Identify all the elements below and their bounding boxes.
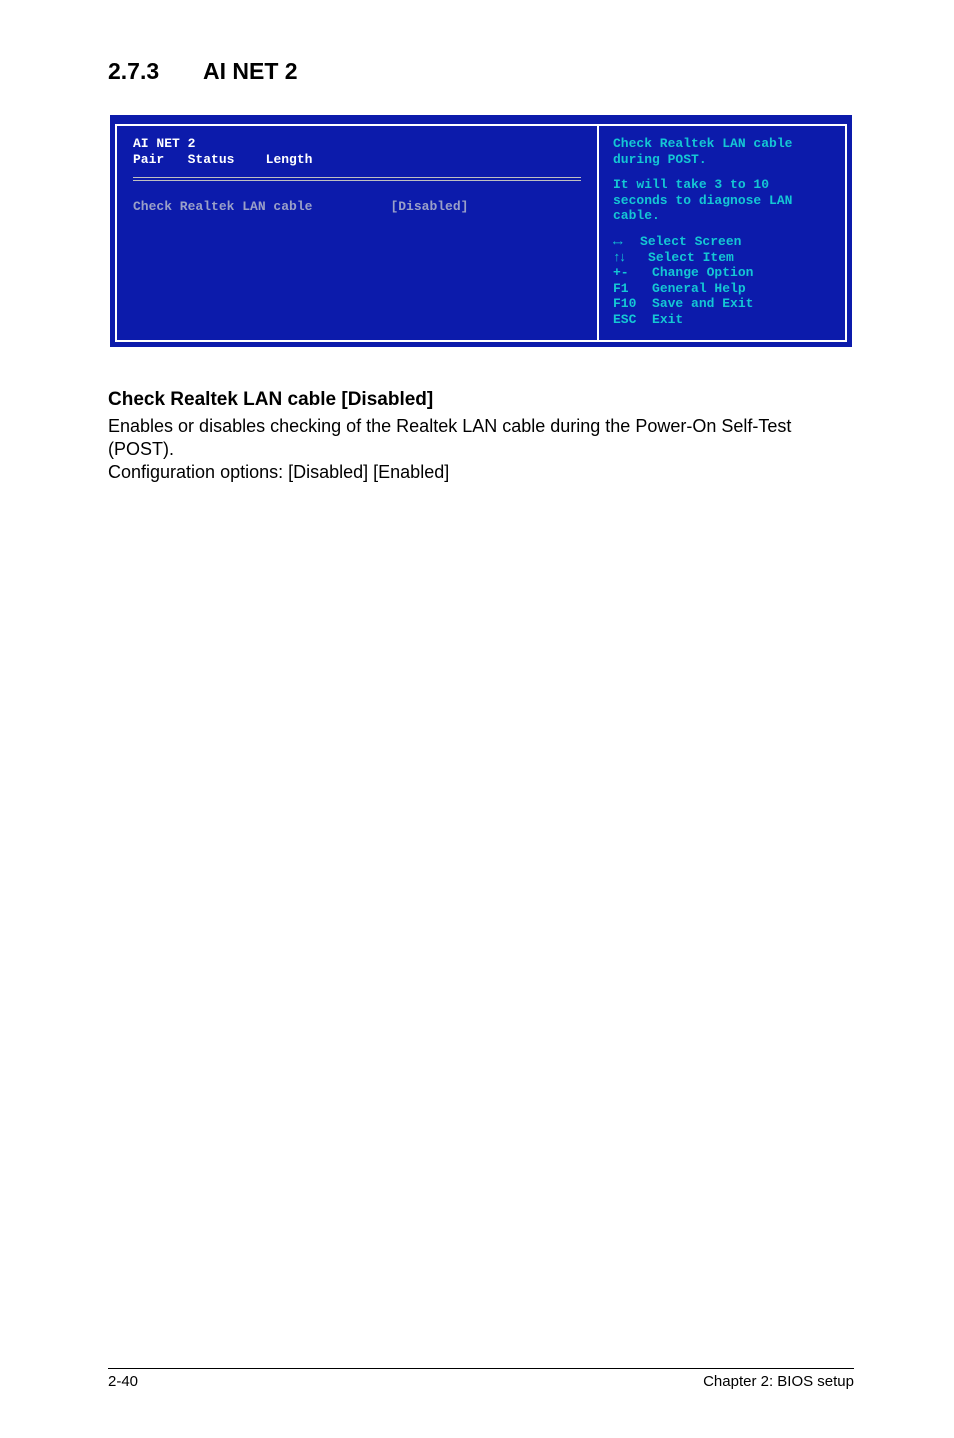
help-text-block: Check Realtek LAN cable during POST. It … [613,136,831,234]
key-select-screen: Select Screen [640,234,741,249]
section-title-text: AI NET 2 [203,58,298,84]
col-status: Status [188,152,235,167]
bios-frame: AI NET 2 Pair Status Length Check Realte… [115,124,847,342]
key-legend: Select Screen Select Item +- Change Opti… [613,234,831,328]
up-down-arrows-icon [613,250,625,265]
bios-option-row[interactable]: Check Realtek LAN cable [Disabled] [133,199,581,325]
bios-help-pane: Check Realtek LAN cable during POST. It … [597,126,845,340]
help-line-1: Check Realtek LAN cable during POST. [613,136,831,167]
document-body: Check Realtek LAN cable [Disabled] Enabl… [108,389,854,484]
bios-screenshot: AI NET 2 Pair Status Length Check Realte… [110,115,852,347]
col-length: Length [266,152,313,167]
key-exit: Exit [652,312,683,327]
key-plus-minus: +- [613,265,629,280]
left-right-arrows-icon [613,234,617,249]
key-f10: F10 [613,296,636,311]
key-select-item: Select Item [648,250,734,265]
help-line-2: It will take 3 to 10 seconds to diagnose… [613,177,831,224]
divider-line [133,177,581,178]
key-general-help: General Help [652,281,746,296]
option-heading: Check Realtek LAN cable [Disabled] [108,389,854,411]
chapter-label: Chapter 2: BIOS setup [703,1373,854,1390]
key-f1: F1 [613,281,629,296]
section-number: 2.7.3 [108,58,203,85]
col-pair: Pair [133,152,164,167]
divider-line [133,180,581,181]
bios-main-pane: AI NET 2 Pair Status Length Check Realte… [117,126,597,340]
option-label: Check Realtek LAN cable [133,199,312,214]
page-number: 2-40 [108,1373,138,1390]
option-description: Enables or disables checking of the Real… [108,415,854,461]
key-save-exit: Save and Exit [652,296,753,311]
section-heading: 2.7.3AI NET 2 [108,58,854,85]
key-change-option: Change Option [652,265,753,280]
key-esc: ESC [613,312,636,327]
bios-column-headers: Pair Status Length [133,152,581,168]
bios-screen-title: AI NET 2 [133,136,581,152]
option-value: [Disabled] [390,199,468,214]
page-footer: 2-40 Chapter 2: BIOS setup [108,1368,854,1390]
option-config-options: Configuration options: [Disabled] [Enabl… [108,461,854,484]
